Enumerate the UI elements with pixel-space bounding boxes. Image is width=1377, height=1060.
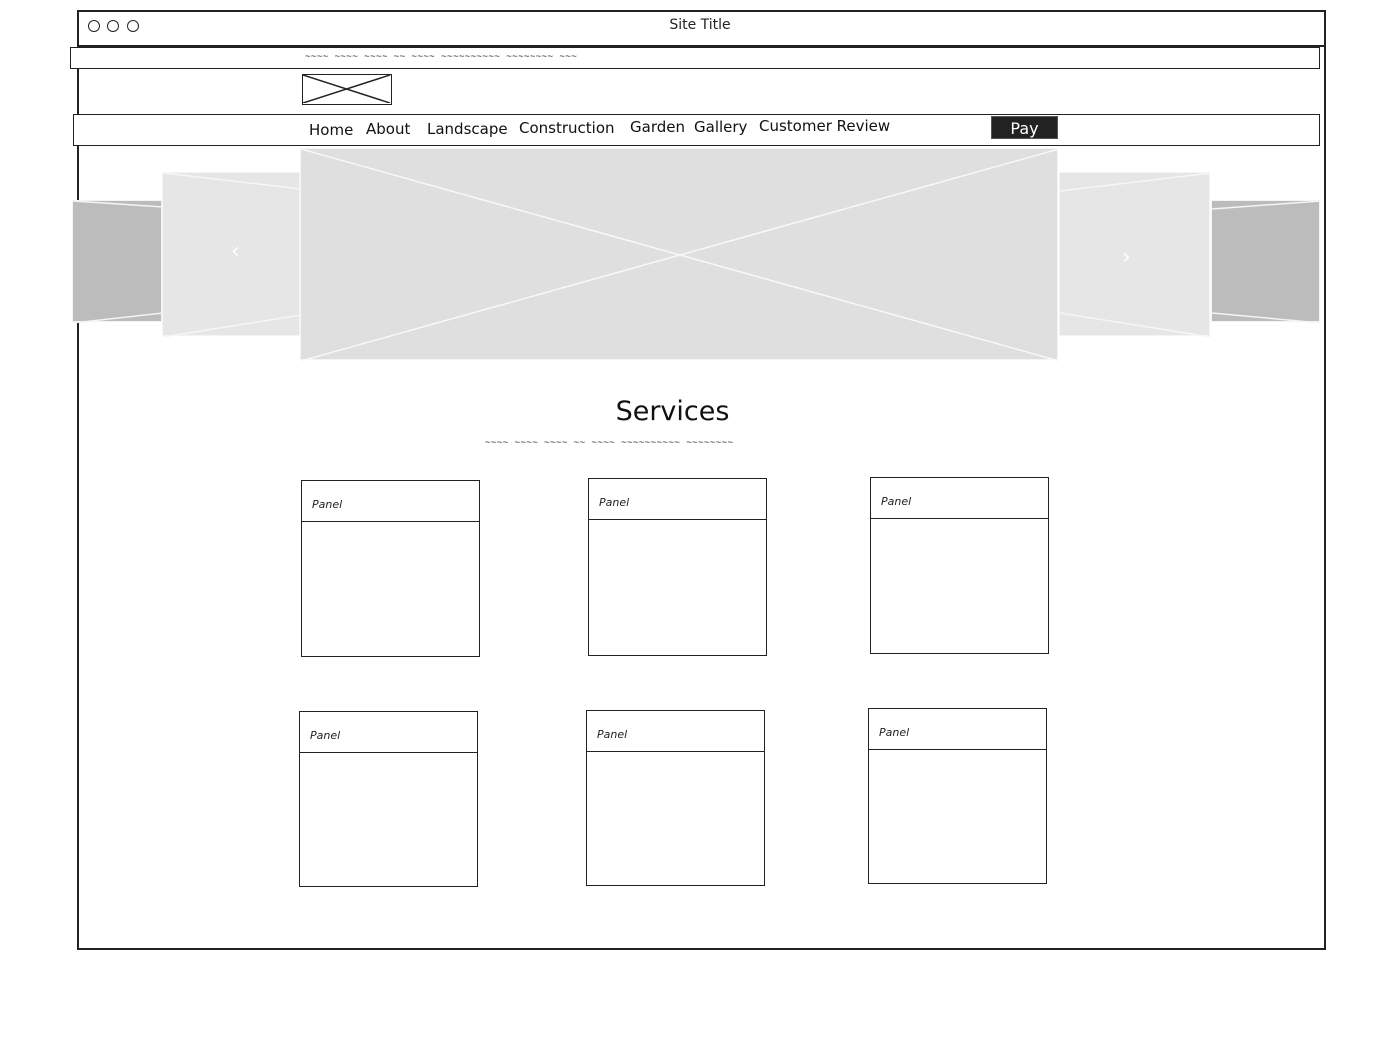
window-dot-icon[interactable] — [127, 20, 139, 32]
service-panel[interactable]: Panel — [870, 477, 1049, 654]
top-info-bar — [70, 47, 1320, 69]
site-title: Site Title — [669, 17, 731, 33]
carousel-next-icon[interactable]: › — [1122, 247, 1131, 269]
nav-item-about[interactable]: About — [366, 120, 410, 138]
service-panel[interactable]: Panel — [868, 708, 1047, 884]
window-dot-icon[interactable] — [88, 20, 100, 32]
panel-header: Panel — [871, 478, 1048, 519]
image-placeholder-icon — [1212, 201, 1321, 323]
image-placeholder-icon — [303, 75, 390, 103]
service-panel[interactable]: Panel — [301, 480, 480, 657]
panel-title: Panel — [599, 496, 630, 509]
image-placeholder-icon — [301, 149, 1059, 361]
carousel-slide-main[interactable] — [300, 148, 1059, 361]
nav-item-customer-review[interactable]: Customer Review — [759, 117, 890, 135]
service-panel[interactable]: Panel — [586, 710, 765, 886]
service-panel[interactable]: Panel — [588, 478, 767, 656]
carousel-slide-far-left[interactable] — [72, 200, 163, 323]
nav-item-gallery[interactable]: Gallery — [694, 118, 747, 136]
nav-item-garden[interactable]: Garden — [630, 118, 685, 136]
info-bar-text: ~~~~ ~~~~ ~~~~ ~~ ~~~~ ~~~~~~~~~~ ~~~~~~… — [305, 52, 578, 62]
nav-item-landscape[interactable]: Landscape — [427, 120, 508, 138]
carousel-slide-near-right[interactable]: › — [1059, 172, 1211, 337]
image-placeholder-icon — [1060, 173, 1211, 337]
panel-title: Panel — [597, 728, 628, 741]
panel-title: Panel — [312, 498, 343, 511]
logo-image-placeholder[interactable] — [302, 74, 392, 105]
services-heading: Services — [615, 396, 730, 427]
panel-header: Panel — [302, 481, 479, 522]
services-subtitle: ~~~~ ~~~~ ~~~~ ~~ ~~~~ ~~~~~~~~~~ ~~~~~~… — [485, 438, 734, 448]
panel-header: Panel — [300, 712, 477, 753]
carousel-prev-icon[interactable]: ‹ — [231, 241, 240, 263]
image-placeholder-icon — [73, 201, 163, 323]
image-carousel: ‹ › — [70, 148, 1322, 363]
nav-item-construction[interactable]: Construction — [519, 119, 615, 137]
panel-header: Panel — [869, 709, 1046, 750]
panel-title: Panel — [881, 495, 912, 508]
carousel-slide-near-left[interactable]: ‹ — [162, 172, 301, 337]
panel-title: Panel — [310, 729, 341, 742]
panel-header: Panel — [589, 479, 766, 520]
pay-button[interactable]: Pay — [991, 116, 1058, 139]
panel-title: Panel — [879, 726, 910, 739]
carousel-slide-far-right[interactable] — [1211, 200, 1321, 323]
panel-header: Panel — [587, 711, 764, 752]
service-panel[interactable]: Panel — [299, 711, 478, 887]
window-dot-icon[interactable] — [107, 20, 119, 32]
nav-item-home[interactable]: Home — [309, 121, 353, 139]
